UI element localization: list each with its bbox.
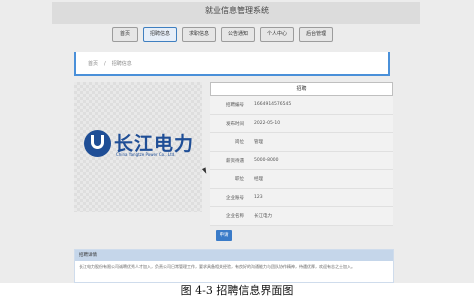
description-header: 招聘详情 [75,250,393,261]
detail-value: 123 [254,194,263,200]
app-screen: 就业信息管理系统 首页 招聘信息 求职信息 公告通知 个人中心 后台管理 首页 /… [0,0,474,283]
breadcrumb-separator: / [104,61,106,67]
nav-item-notices[interactable]: 公告通知 [221,27,256,42]
nav-item-jobs[interactable]: 招聘信息 [143,27,178,42]
company-logo-mark [84,130,111,157]
nav-item-profile[interactable]: 个人中心 [260,27,295,42]
breadcrumb-home[interactable]: 首页 [88,61,98,67]
detail-row: 招聘编号 1664914576545 [210,96,393,115]
detail-row: 企业名称 长江电力 [210,207,393,226]
logo-text-en: China Yangtze Power Co., Ltd. [116,152,176,157]
detail-table: 招聘编号 1664914576545 发布时间 2022-05-10 岗位 管理… [210,96,393,226]
figure-caption: 图 4-3 招聘信息界面图 [180,284,294,297]
nav-item-home[interactable]: 首页 [112,27,138,42]
nav-item-seekers[interactable]: 求职信息 [182,27,217,42]
detail-row: 岗位 管理 [210,133,393,152]
detail-label: 发布时间 [226,121,244,127]
detail-row: 企业账号 123 [210,188,393,207]
apply-button[interactable]: 申请 [216,230,232,241]
detail-title: 招聘 [210,82,393,96]
breadcrumb-bar: 首页 / 招聘信息 [74,52,390,76]
app-title: 就业信息管理系统 [205,6,269,15]
detail-value: 管理 [254,140,263,145]
detail-label: 岗位 [235,140,244,145]
logo-u-icon [91,135,104,149]
description-text: 长江电力股份有限公司诚聘优秀人才加入，负责公司日常管理工作，要求具备相关经验，有… [79,264,355,269]
detail-row: 发布时间 2022-05-10 [210,114,393,133]
main-nav: 首页 招聘信息 求职信息 公告通知 个人中心 后台管理 [112,27,334,42]
detail-label: 招聘编号 [226,103,244,108]
breadcrumb-current: 招聘信息 [111,61,132,67]
detail-value: 长江电力 [254,214,272,219]
detail-label: 企业名称 [226,214,244,219]
mouse-cursor-icon [201,167,209,175]
nav-item-admin[interactable]: 后台管理 [299,27,334,42]
breadcrumb: 首页 / 招聘信息 [88,60,132,67]
detail-value: 1664914576545 [254,102,292,107]
detail-value: 2022-05-10 [254,120,281,126]
detail-row: 职位 经理 [210,170,393,189]
detail-label: 薪资待遇 [226,158,244,164]
detail-value: 5000-8000 [254,157,279,163]
company-logo-image: 长江电力 China Yangtze Power Co., Ltd. [74,82,202,212]
job-description-panel: 招聘详情 长江电力股份有限公司诚聘优秀人才加入，负责公司日常管理工作，要求具备相… [74,249,394,283]
detail-value: 经理 [254,177,263,182]
detail-row: 薪资待遇 5000-8000 [210,151,393,170]
detail-label: 企业账号 [226,195,244,201]
detail-label: 职位 [235,177,244,182]
